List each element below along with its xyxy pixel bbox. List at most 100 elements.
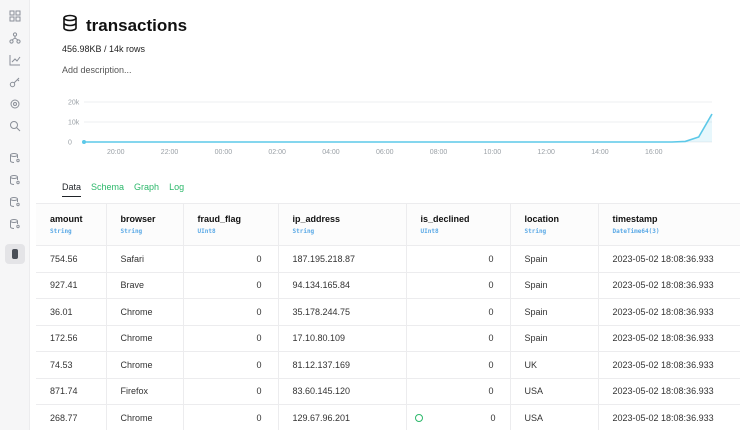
cell-location[interactable]: Spain	[510, 325, 599, 352]
chart-icon[interactable]	[9, 54, 21, 66]
tab-data[interactable]: Data	[62, 182, 82, 197]
column-header-amount[interactable]: amount String	[36, 203, 107, 246]
table-row[interactable]: 36.01 Chrome 0 35.178.244.75 0 Spain 202…	[36, 298, 740, 326]
cell-browser[interactable]: Chrome	[106, 298, 184, 326]
table-row[interactable]: 927.41 Brave 0 94.134.165.84 0 Spain 202…	[36, 272, 740, 299]
cell-is-declined-with-chip[interactable]: 0	[406, 404, 511, 430]
db-user-icon[interactable]	[9, 174, 21, 186]
cell-fraud-flag[interactable]: 0	[183, 272, 279, 299]
cell-browser[interactable]: Brave	[106, 272, 184, 299]
table-row[interactable]: 871.74 Firefox 0 83.60.145.120 0 USA 202…	[36, 378, 740, 405]
cell-location[interactable]: USA	[510, 404, 599, 430]
cell-is-declined[interactable]: 0	[406, 378, 511, 405]
cell-amount[interactable]: 36.01	[36, 298, 107, 326]
key-icon[interactable]	[9, 76, 21, 88]
view-tabs: Data Schema Graph Log	[62, 182, 184, 197]
tab-schema[interactable]: Schema	[91, 182, 124, 197]
x-tick-label: 06:00	[376, 149, 394, 156]
cell-fraud-flag[interactable]: 0	[183, 404, 279, 430]
cell-is-declined[interactable]: 0	[406, 351, 511, 379]
cell-timestamp[interactable]: 2023-05-02 18:08:36.933	[598, 245, 740, 273]
table-row[interactable]: 754.56 Safari 0 187.195.218.87 0 Spain 2…	[36, 245, 740, 273]
y-tick-label: 0	[68, 140, 72, 147]
page-header: transactions	[62, 14, 187, 37]
x-tick-label: 12:00	[537, 149, 555, 156]
cell-ip-address[interactable]: 187.195.218.87	[278, 245, 407, 273]
cell-ip-address[interactable]: 81.12.137.169	[278, 351, 407, 379]
cell-is-declined[interactable]: 0	[406, 272, 511, 299]
column-header-fraud-flag[interactable]: fraud_flag UInt8	[183, 203, 279, 246]
cell-location[interactable]: Spain	[510, 245, 599, 273]
y-tick-label: 20k	[68, 100, 80, 107]
cell-amount[interactable]: 268.77	[36, 404, 107, 430]
cell-ip-address[interactable]: 35.178.244.75	[278, 298, 407, 326]
chart-line	[84, 113, 713, 143]
rows-over-time-chart: 20k 10k 0 20:00 22:00 00:00 02:00 04:00 06:00 08…	[68, 100, 713, 156]
db-user-icon[interactable]	[9, 152, 21, 164]
settings-icon[interactable]	[9, 98, 21, 110]
db-user-icon[interactable]	[9, 218, 21, 230]
column-header-ip-address[interactable]: ip_address String	[278, 203, 407, 246]
cell-timestamp[interactable]: 2023-05-02 18:08:36.933	[598, 272, 740, 299]
cell-fraud-flag[interactable]: 0	[183, 325, 279, 352]
x-tick-label: 10:00	[484, 149, 502, 156]
database-icon[interactable]	[5, 244, 25, 264]
cell-timestamp[interactable]: 2023-05-02 18:08:36.933	[598, 351, 740, 379]
cell-timestamp[interactable]: 2023-05-02 18:08:36.933	[598, 325, 740, 352]
x-tick-label: 22:00	[161, 149, 179, 156]
cell-fraud-flag[interactable]: 0	[183, 245, 279, 273]
table-row[interactable]: 268.77 Chrome 0 129.67.96.201 0 USA 2023…	[36, 404, 740, 430]
table-row[interactable]: 172.56 Chrome 0 17.10.80.109 0 Spain 202…	[36, 325, 740, 352]
column-header-timestamp[interactable]: timestamp DateTime64(3)	[598, 203, 740, 246]
cell-location[interactable]: Spain	[510, 298, 599, 326]
cell-browser[interactable]: Safari	[106, 245, 184, 273]
tab-graph[interactable]: Graph	[134, 182, 159, 197]
x-tick-label: 14:00	[591, 149, 609, 156]
cell-timestamp[interactable]: 2023-05-02 18:08:36.933	[598, 298, 740, 326]
cell-ip-address[interactable]: 94.134.165.84	[278, 272, 407, 299]
cell-amount[interactable]: 927.41	[36, 272, 107, 299]
copy-chip-icon[interactable]	[414, 413, 423, 422]
cell-fraud-flag[interactable]: 0	[183, 351, 279, 379]
add-description[interactable]: Add description...	[62, 65, 132, 75]
cell-browser[interactable]: Chrome	[106, 404, 184, 430]
column-header-location[interactable]: location String	[510, 203, 599, 246]
x-tick-label: 08:00	[430, 149, 448, 156]
database-icon	[62, 14, 78, 37]
tab-log[interactable]: Log	[169, 182, 184, 197]
cell-browser[interactable]: Chrome	[106, 325, 184, 352]
grid-icon[interactable]	[9, 10, 21, 22]
table-row[interactable]: 74.53 Chrome 0 81.12.137.169 0 UK 2023-0…	[36, 351, 740, 379]
cell-location[interactable]: Spain	[510, 272, 599, 299]
table-size-meta: 456.98KB / 14k rows	[62, 44, 146, 54]
cell-amount[interactable]: 871.74	[36, 378, 107, 405]
cell-is-declined[interactable]: 0	[406, 325, 511, 352]
db-user-icon[interactable]	[9, 196, 21, 208]
cell-ip-address[interactable]: 83.60.145.120	[278, 378, 407, 405]
cell-amount[interactable]: 74.53	[36, 351, 107, 379]
x-tick-label: 04:00	[322, 149, 340, 156]
cell-fraud-flag[interactable]: 0	[183, 378, 279, 405]
x-tick-label: 16:00	[645, 149, 663, 156]
cell-is-declined[interactable]: 0	[406, 298, 511, 326]
cell-location[interactable]: USA	[510, 378, 599, 405]
cell-ip-address[interactable]: 17.10.80.109	[278, 325, 407, 352]
cell-ip-address[interactable]: 129.67.96.201	[278, 404, 407, 430]
search-icon[interactable]	[9, 120, 21, 132]
cell-timestamp[interactable]: 2023-05-02 18:08:36.933	[598, 404, 740, 430]
x-tick-label: 20:00	[107, 149, 125, 156]
cell-location[interactable]: UK	[510, 351, 599, 379]
column-header-browser[interactable]: browser String	[106, 203, 184, 246]
nodes-icon[interactable]	[9, 32, 21, 44]
chart-area	[84, 114, 712, 142]
cell-is-declined[interactable]: 0	[406, 245, 511, 273]
cell-is-declined: 0	[490, 412, 496, 423]
cell-amount[interactable]: 172.56	[36, 325, 107, 352]
cell-browser[interactable]: Chrome	[106, 351, 184, 379]
chart-start-point	[82, 140, 86, 144]
column-header-is-declined[interactable]: is_declined UInt8	[406, 203, 511, 246]
cell-timestamp[interactable]: 2023-05-02 18:08:36.933	[598, 378, 740, 405]
cell-browser[interactable]: Firefox	[106, 378, 184, 405]
cell-amount[interactable]: 754.56	[36, 245, 107, 273]
cell-fraud-flag[interactable]: 0	[183, 298, 279, 326]
